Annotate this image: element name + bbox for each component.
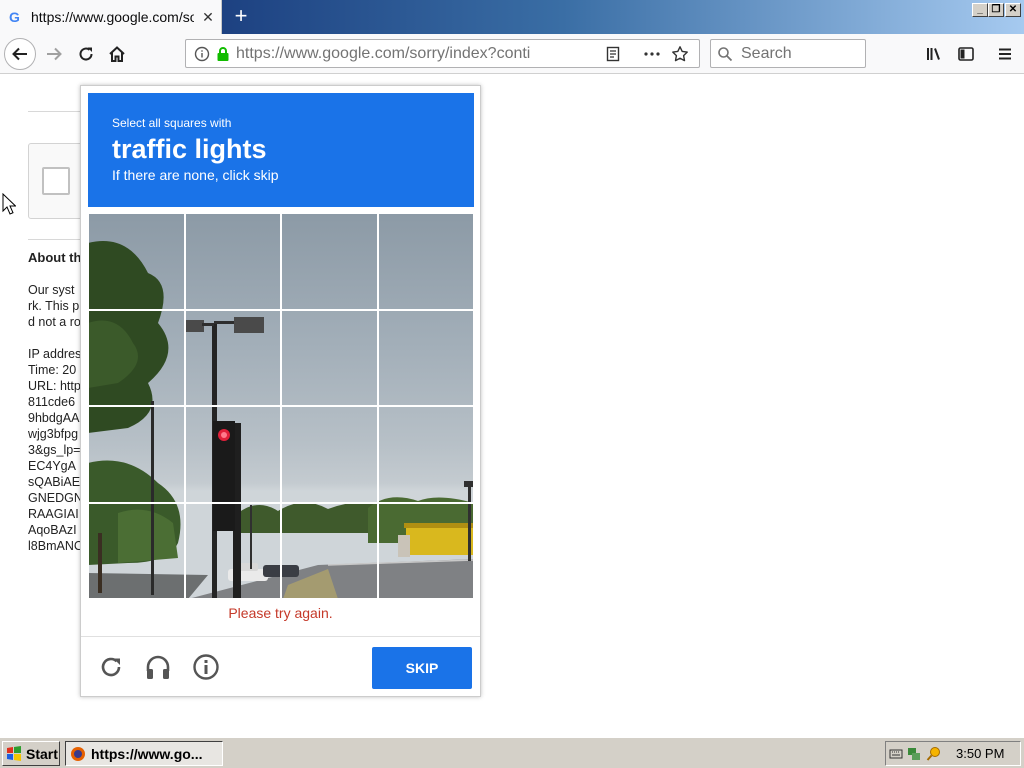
reload-icon[interactable]: [96, 652, 126, 682]
mouse-cursor-icon: [2, 193, 16, 215]
google-g-icon: G: [9, 8, 20, 25]
recaptcha-checkbox[interactable]: [42, 167, 70, 195]
text-line: [28, 330, 83, 346]
network-icon[interactable]: [906, 746, 922, 762]
navigation-toolbar: https://www.google.com/sorry/index?conti: [0, 34, 1024, 74]
sidebar-button[interactable]: [950, 38, 982, 70]
lock-icon: [217, 46, 229, 61]
url-text: https://www.google.com/sorry/index?conti: [236, 44, 531, 62]
reader-view-icon[interactable]: [605, 46, 621, 62]
clock: 3:50 PM: [956, 746, 1005, 761]
challenge-tile[interactable]: [377, 502, 474, 599]
forward-button[interactable]: [38, 38, 70, 70]
challenge-tile[interactable]: [377, 406, 474, 503]
page-actions-icon[interactable]: [643, 46, 661, 62]
challenge-tile[interactable]: [88, 502, 185, 599]
search-tray-icon[interactable]: [926, 746, 942, 762]
challenge-tile[interactable]: [281, 502, 378, 599]
restore-button[interactable]: ❐: [988, 3, 1004, 17]
target-object: traffic lights: [112, 134, 267, 164]
sidebar-icon: [958, 47, 974, 61]
close-window-button[interactable]: ✕: [1005, 3, 1021, 17]
library-icon: [927, 48, 940, 60]
bookmark-star-icon[interactable]: [671, 45, 689, 63]
divider: [28, 239, 88, 240]
audio-headphones-icon[interactable]: [143, 652, 173, 682]
text-line: l8BmANC: [28, 539, 83, 553]
search-input[interactable]: [739, 43, 859, 64]
text-line: 9hbdgAA: [28, 411, 80, 425]
info-icon[interactable]: [194, 46, 210, 62]
back-button[interactable]: [4, 38, 36, 70]
start-label: Start: [26, 745, 58, 762]
about-heading: About th: [28, 250, 82, 265]
challenge-tile[interactable]: [281, 309, 378, 406]
home-icon: [109, 46, 125, 62]
menu-icon: [999, 48, 1011, 60]
text-line: d not a ro: [28, 315, 81, 329]
text-line: wjg3bfpg: [28, 427, 79, 441]
url-bar[interactable]: https://www.google.com/sorry/index?conti: [185, 39, 700, 68]
challenge-tile[interactable]: [88, 406, 185, 503]
text-line: EC4YgA: [28, 459, 76, 473]
minimize-button[interactable]: _: [972, 3, 988, 17]
text-line: AqoBAzI: [28, 523, 77, 537]
about-text: Our syst rk. This p d not a ro IP addres…: [28, 282, 83, 554]
back-icon: [12, 47, 27, 61]
instruction-text: Select all squares with: [112, 116, 232, 130]
challenge-tile[interactable]: [184, 213, 281, 310]
challenge-tile[interactable]: [184, 309, 281, 406]
menu-button[interactable]: [989, 38, 1021, 70]
text-line: sQABiAE: [28, 475, 81, 489]
text-line: Our syst: [28, 283, 75, 297]
challenge-tile[interactable]: [281, 213, 378, 310]
info-icon[interactable]: [191, 652, 221, 682]
tile-grid: [88, 213, 474, 599]
system-tray: 3:50 PM: [885, 741, 1021, 766]
search-icon: [718, 46, 733, 61]
reload-button[interactable]: [70, 38, 102, 70]
taskbar: Start https://www.go... 3:50 PM: [0, 737, 1024, 768]
text-line: Time: 20: [28, 363, 77, 377]
challenge-tile[interactable]: [88, 213, 185, 310]
reload-icon: [79, 47, 93, 61]
text-line: GNEDGN: [28, 491, 83, 505]
challenge-tile[interactable]: [184, 502, 281, 599]
challenge-tile[interactable]: [377, 309, 474, 406]
challenge-image: [88, 213, 474, 599]
keyboard-icon[interactable]: [889, 747, 903, 761]
firefox-icon: [71, 746, 85, 761]
recaptcha-challenge-dialog: Select all squares with traffic lights I…: [80, 85, 481, 697]
recaptcha-anchor: [28, 143, 88, 219]
tab-title: https://www.google.com/sorry/index?conti…: [31, 9, 194, 25]
challenge-tile[interactable]: [88, 309, 185, 406]
text-line: IP addres: [28, 347, 82, 361]
challenge-header: Select all squares with traffic lights I…: [88, 93, 474, 207]
library-button[interactable]: [918, 38, 950, 70]
tab-close-icon[interactable]: ✕: [200, 9, 216, 26]
challenge-tile[interactable]: [281, 406, 378, 503]
divider: [28, 111, 88, 112]
home-button[interactable]: [101, 38, 133, 70]
windows-logo-icon: [7, 745, 21, 761]
text-line: 811cde6: [28, 395, 76, 409]
text-line: 3&gs_lp=: [28, 443, 81, 457]
search-bar[interactable]: [710, 39, 866, 68]
challenge-footer: SKIP: [81, 636, 480, 696]
taskbar-window-label: https://www.go...: [91, 745, 203, 762]
new-tab-icon[interactable]: +: [230, 5, 252, 27]
challenge-tile[interactable]: [377, 213, 474, 310]
taskbar-window-button[interactable]: https://www.go...: [65, 741, 223, 766]
text-line: rk. This p: [28, 299, 80, 313]
text-line: URL: http: [28, 379, 81, 393]
browser-tab-strip: G https://www.google.com/sorry/index?con…: [0, 0, 1024, 34]
forward-icon: [47, 47, 62, 61]
browser-tab[interactable]: G https://www.google.com/sorry/index?con…: [0, 0, 222, 34]
hint-text: If there are none, click skip: [112, 167, 279, 183]
text-line: RAAGIAI: [28, 507, 79, 521]
challenge-tile[interactable]: [184, 406, 281, 503]
error-message: Please try again.: [228, 605, 333, 621]
skip-button[interactable]: SKIP: [372, 647, 472, 689]
start-button[interactable]: Start: [2, 741, 60, 766]
